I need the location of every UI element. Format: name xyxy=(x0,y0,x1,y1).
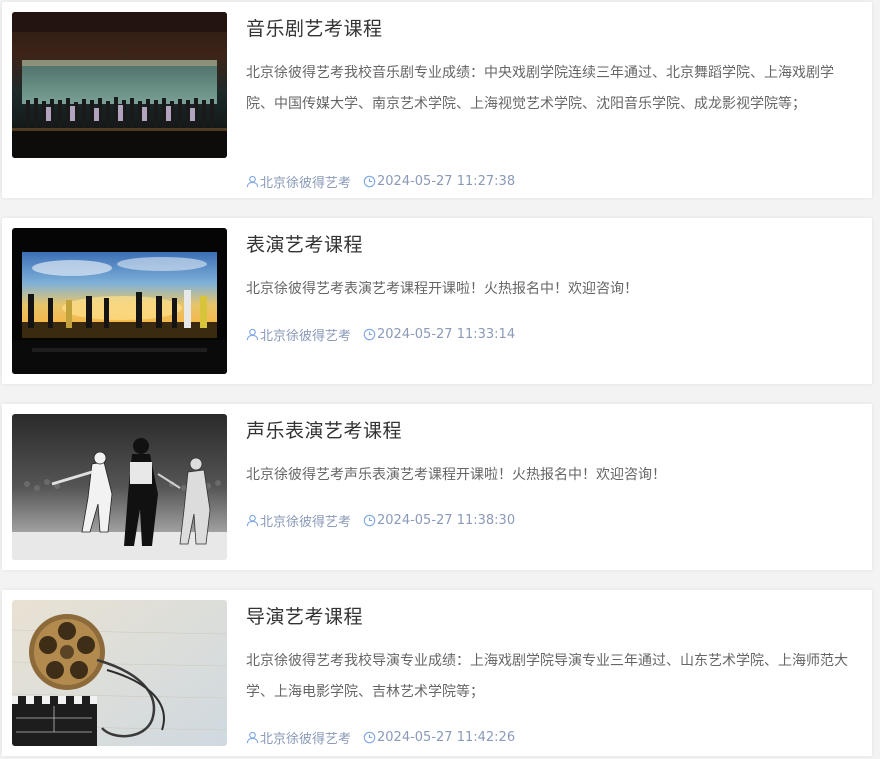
author-meta: 北京徐彼得艺考 xyxy=(246,511,351,530)
clock-icon xyxy=(363,514,376,527)
stage-curtain-call-image xyxy=(12,12,227,158)
article-card[interactable]: 导演艺考课程 北京徐彼得艺考我校导演专业成绩：上海戏剧学院导演专业三年通过、山东… xyxy=(2,590,872,756)
user-icon xyxy=(246,175,259,188)
article-time: 2024-05-27 11:42:26 xyxy=(377,730,516,745)
article-description: 北京徐彼得艺考我校导演专业成绩：上海戏剧学院导演专业三年通过、山东艺术学院、上海… xyxy=(246,653,848,700)
article-card[interactable]: 表演艺考课程 北京徐彼得艺考表演艺考课程开课啦！火热报名中！欢迎咨询！ 北京徐彼… xyxy=(2,218,872,384)
article-author: 北京徐彼得艺考 xyxy=(260,732,352,747)
author-meta: 北京徐彼得艺考 xyxy=(246,728,351,747)
article-description: 北京徐彼得艺考声乐表演艺考课程开课啦！火热报名中！欢迎咨询！ xyxy=(246,467,666,483)
article-thumbnail[interactable] xyxy=(12,12,227,158)
clock-icon xyxy=(363,328,376,341)
article-description: 北京徐彼得艺考我校音乐剧专业成绩：中央戏剧学院连续三年通过、北京舞蹈学院、上海戏… xyxy=(246,65,834,112)
article-list: 音乐剧艺考课程 北京徐彼得艺考我校音乐剧专业成绩：中央戏剧学院连续三年通过、北京… xyxy=(0,0,880,759)
article-time: 2024-05-27 11:38:30 xyxy=(377,513,516,528)
user-icon xyxy=(246,514,259,527)
article-meta: 北京徐彼得艺考 2024-05-27 11:27:38 xyxy=(246,172,515,191)
stage-sunset-backdrop-image xyxy=(12,228,227,374)
article-card[interactable]: 音乐剧艺考课程 北京徐彼得艺考我校音乐剧专业成绩：中央戏剧学院连续三年通过、北京… xyxy=(2,2,872,198)
user-icon xyxy=(246,731,259,744)
author-meta: 北京徐彼得艺考 xyxy=(246,172,351,191)
article-author: 北京徐彼得艺考 xyxy=(260,515,352,530)
clock-icon xyxy=(363,175,376,188)
article-author: 北京徐彼得艺考 xyxy=(260,329,352,344)
time-meta: 2024-05-27 11:33:14 xyxy=(363,327,515,342)
time-meta: 2024-05-27 11:38:30 xyxy=(363,513,515,528)
article-meta: 北京徐彼得艺考 2024-05-27 11:38:30 xyxy=(246,511,515,530)
clock-icon xyxy=(363,731,376,744)
article-thumbnail[interactable] xyxy=(12,600,227,746)
article-title[interactable]: 声乐表演艺考课程 xyxy=(246,416,402,443)
article-card[interactable]: 声乐表演艺考课程 北京徐彼得艺考声乐表演艺考课程开课啦！火热报名中！欢迎咨询！ … xyxy=(2,404,872,570)
time-meta: 2024-05-27 11:42:26 xyxy=(363,730,515,745)
article-time: 2024-05-27 11:33:14 xyxy=(377,327,516,342)
article-author: 北京徐彼得艺考 xyxy=(260,176,352,191)
article-time: 2024-05-27 11:27:38 xyxy=(377,174,516,189)
article-description: 北京徐彼得艺考表演艺考课程开课啦！火热报名中！欢迎咨询！ xyxy=(246,281,638,297)
article-thumbnail[interactable] xyxy=(12,414,227,560)
time-meta: 2024-05-27 11:27:38 xyxy=(363,174,515,189)
article-meta: 北京徐彼得艺考 2024-05-27 11:42:26 xyxy=(246,728,515,747)
author-meta: 北京徐彼得艺考 xyxy=(246,325,351,344)
article-title[interactable]: 音乐剧艺考课程 xyxy=(246,14,383,41)
article-title[interactable]: 导演艺考课程 xyxy=(246,602,363,629)
user-icon xyxy=(246,328,259,341)
film-reel-clapperboard-image xyxy=(12,600,227,746)
article-thumbnail[interactable] xyxy=(12,228,227,374)
article-meta: 北京徐彼得艺考 2024-05-27 11:33:14 xyxy=(246,325,515,344)
article-title[interactable]: 表演艺考课程 xyxy=(246,230,363,257)
concert-performers-bw-image xyxy=(12,414,227,560)
